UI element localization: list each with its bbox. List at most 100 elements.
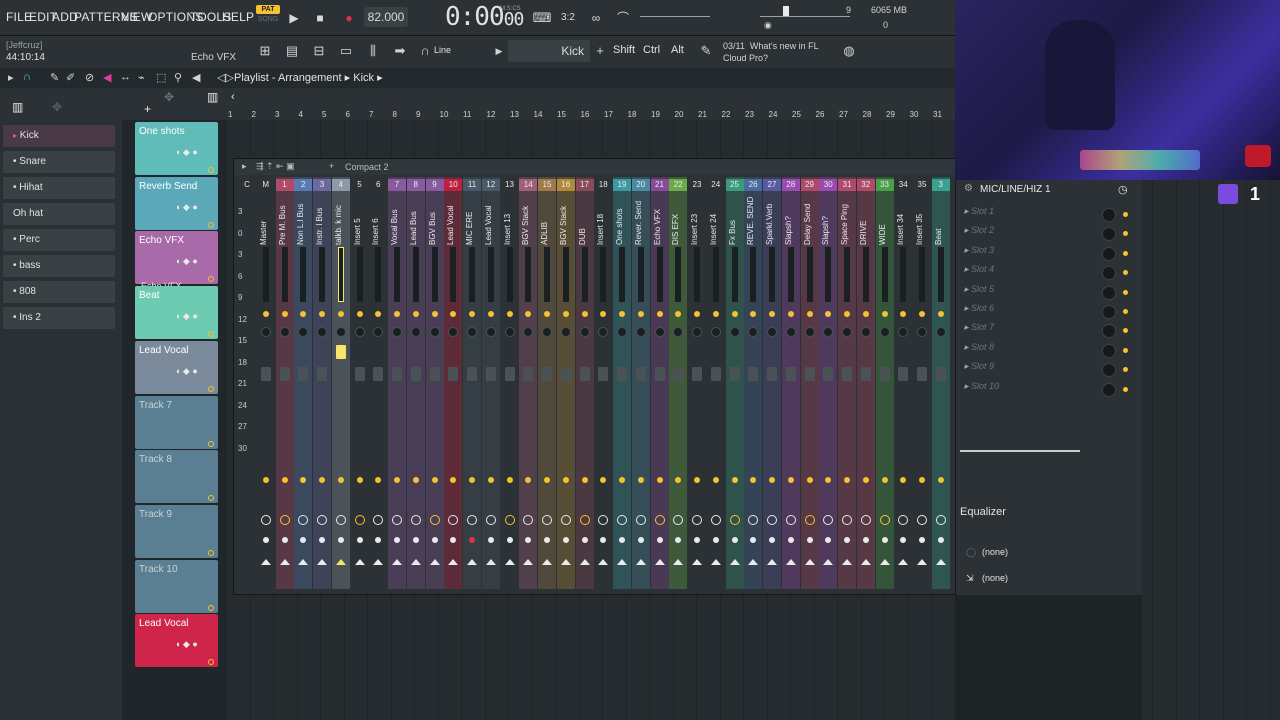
route-switch[interactable]	[319, 477, 325, 483]
mixer-strip[interactable]: 2 Non L.l Bus	[294, 177, 313, 589]
send-knob[interactable]	[898, 515, 909, 525]
volume-fader[interactable]	[523, 367, 534, 381]
arm-dot[interactable]	[675, 537, 682, 543]
pan-knob[interactable]	[317, 327, 327, 337]
track-dot-icon[interactable]	[208, 659, 214, 666]
route-switch[interactable]	[750, 477, 757, 483]
volume-fader[interactable]	[279, 367, 290, 381]
fx-slot[interactable]: ▸ Slot 10	[964, 381, 1134, 399]
volume-fader[interactable]	[804, 367, 815, 381]
mixer-strip[interactable]: 29 Delay Send	[800, 177, 819, 589]
route-switch[interactable]	[919, 477, 925, 483]
slot-expand-icon[interactable]: ▸	[964, 342, 971, 352]
channel-808[interactable]: • 808	[3, 281, 115, 303]
pan-knob[interactable]	[804, 327, 815, 337]
strip-enable-led[interactable]	[731, 311, 738, 317]
route-arrow-icon[interactable]	[560, 559, 571, 565]
timeline-ruler[interactable]: ▥ ✥ + ✥ ▥ ‹ 1 2 3 4 5 6 7 8 9 10 11 12 13 14 15 16 17 18 1…	[0, 88, 955, 120]
browser-icon[interactable]: ▭	[337, 42, 355, 60]
arm-dot[interactable]	[487, 537, 494, 543]
mixer-strip[interactable]: 28 Slapsh?	[781, 177, 800, 589]
slot-expand-icon[interactable]: ▸	[964, 264, 971, 274]
mixer-strip[interactable]: 1 Pre M. Bus	[275, 177, 294, 589]
strip-enable-led[interactable]	[844, 311, 850, 317]
fx-slot[interactable]: ▸ Slot 2	[964, 225, 1134, 243]
mixer-strip[interactable]: 8 Lead Bus	[406, 177, 425, 589]
strip-enable-led[interactable]	[487, 311, 494, 317]
pan-knob[interactable]	[373, 327, 384, 337]
route-arrow-icon[interactable]	[748, 559, 759, 565]
track-controls-icon[interactable]: ◖ ◆ ●	[175, 256, 198, 267]
volume-fader[interactable]	[317, 367, 327, 381]
slot-enable-led[interactable]	[1123, 231, 1128, 237]
fx-mix-bar[interactable]	[960, 450, 1080, 452]
fx-slot[interactable]: ▸ Slot 4	[964, 264, 1134, 282]
pan-knob[interactable]	[748, 327, 759, 337]
ruler-bar-number[interactable]: 1	[228, 110, 232, 119]
strip-enable-led[interactable]	[675, 311, 682, 317]
playlist-icon[interactable]: ⊞	[256, 42, 274, 60]
send-knob[interactable]	[298, 515, 309, 525]
mixer-strip[interactable]: 7 Vocal Bus	[388, 177, 406, 589]
volume-fader[interactable]	[673, 367, 684, 381]
ruler-bar-number[interactable]: 26	[816, 110, 825, 119]
slot-enable-led[interactable]	[1123, 367, 1128, 373]
arm-dot[interactable]	[919, 537, 925, 543]
slot-expand-icon[interactable]: ▸	[964, 361, 971, 371]
tempo-display[interactable]: 82.000	[364, 7, 408, 27]
send-knob[interactable]	[860, 515, 871, 525]
pattern-selector[interactable]: Kick	[508, 40, 590, 62]
ruler-bar-number[interactable]: 22	[722, 110, 731, 119]
strip-enable-led[interactable]	[862, 311, 869, 317]
mixer-strip[interactable]: 12 Lead Vocal	[481, 177, 500, 589]
delete-tool-icon[interactable]: ⊘	[85, 71, 94, 84]
strip-enable-led[interactable]	[694, 311, 700, 317]
mixer-strip[interactable]: 31 Space Ping	[838, 177, 856, 589]
ruler-bar-number[interactable]: 27	[839, 110, 848, 119]
input-route-select[interactable]: ◯ (none)	[960, 542, 1138, 562]
slip-tool-icon[interactable]: ↔	[120, 71, 131, 83]
pan-knob[interactable]	[767, 327, 777, 337]
route-switch[interactable]	[450, 477, 457, 483]
arm-dot[interactable]	[806, 537, 813, 543]
piano-roll-icon[interactable]: ⊟	[310, 42, 328, 60]
volume-fader[interactable]	[917, 367, 927, 381]
track-controls-icon[interactable]: ◖ ◆ ●	[175, 202, 198, 213]
ruler-bar-number[interactable]: 6	[346, 110, 350, 119]
route-arrow-icon[interactable]	[410, 559, 421, 565]
snap-magnet-icon[interactable]: ∩	[23, 71, 31, 83]
mixer-strip[interactable]: 17 DUB	[575, 177, 594, 589]
track-dot-icon[interactable]	[208, 331, 214, 338]
send-knob[interactable]	[729, 515, 740, 525]
pan-knob[interactable]	[729, 327, 740, 337]
route-arrow-icon[interactable]	[617, 559, 627, 565]
ruler-bar-number[interactable]: 5	[322, 110, 326, 119]
ruler-bar-number[interactable]: 16	[581, 110, 590, 119]
route-switch[interactable]	[937, 477, 944, 483]
route-switch[interactable]	[356, 477, 363, 483]
route-arrow-icon[interactable]	[354, 559, 365, 565]
channel-oh-hat[interactable]: Oh hat	[3, 203, 115, 225]
play-icon[interactable]: ▶	[284, 8, 304, 28]
route-arrow-icon[interactable]	[279, 559, 290, 565]
volume-fader[interactable]	[298, 367, 309, 381]
mixer-strip[interactable]: 15 ADLIB	[538, 177, 556, 589]
strip-enable-led[interactable]	[900, 311, 907, 317]
pan-knob[interactable]	[448, 327, 459, 337]
route-arrow-icon[interactable]	[710, 559, 721, 565]
output-route-select[interactable]: ⇲ (none)	[960, 568, 1138, 588]
track-dot-icon[interactable]	[208, 385, 214, 392]
send-knob[interactable]	[748, 515, 759, 525]
pan-knob[interactable]	[335, 327, 346, 337]
pan-knob[interactable]	[579, 327, 590, 337]
mixer-strip[interactable]: 5 Insert 5	[351, 177, 369, 589]
mixer-strip[interactable]: 16 BGV Stack	[556, 177, 575, 589]
send-knob[interactable]	[879, 515, 890, 525]
track-header[interactable]: Beat ◖ ◆ ●	[135, 286, 218, 340]
pan-knob[interactable]	[523, 327, 534, 337]
arm-dot[interactable]	[544, 537, 550, 543]
strip-enable-led[interactable]	[319, 311, 325, 317]
fx-slot[interactable]: ▸ Slot 5	[964, 284, 1134, 302]
slot-enable-led[interactable]	[1123, 270, 1128, 276]
route-switch[interactable]	[394, 477, 400, 483]
